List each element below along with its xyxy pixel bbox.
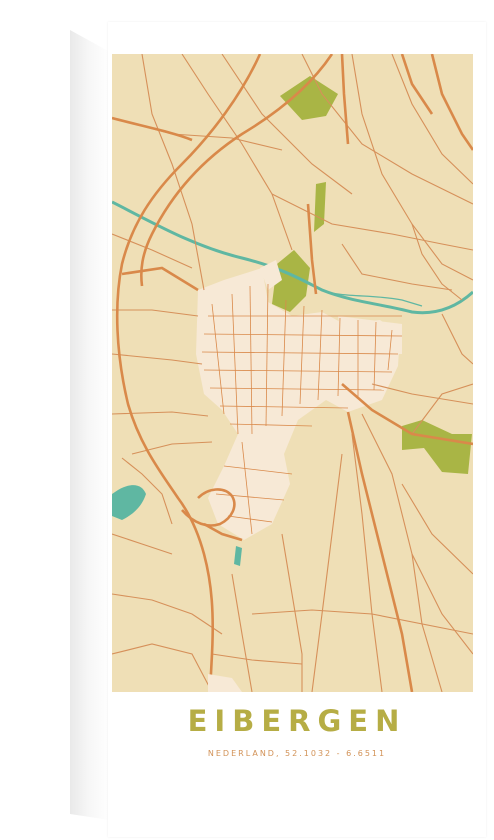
map [112, 54, 473, 692]
city-title: EIBERGEN [187, 704, 407, 738]
canvas-side-edge [70, 30, 110, 820]
location-subtitle: NEDERLAND, 52.1032 - 6.6511 [207, 749, 387, 758]
map-svg [112, 54, 473, 692]
